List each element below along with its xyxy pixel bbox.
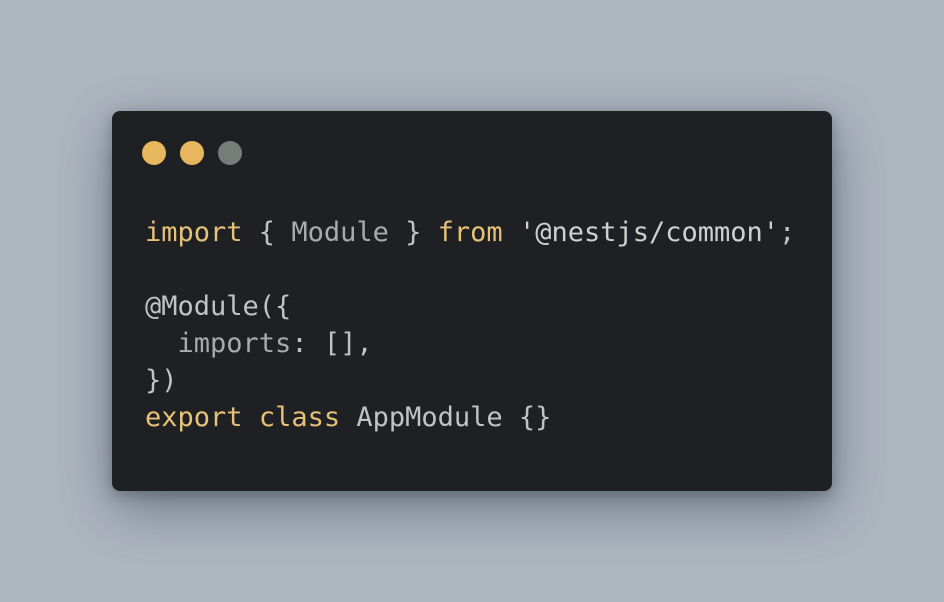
code-token: Module xyxy=(291,217,389,248)
minimize-dot-icon[interactable] xyxy=(180,141,204,165)
code-line: imports: [], xyxy=(145,325,795,362)
code-token: { xyxy=(242,217,292,248)
close-dot-icon[interactable] xyxy=(142,141,166,165)
code-block: import { Module } from '@nestjs/common';… xyxy=(145,214,795,436)
code-line: export class AppModule {} xyxy=(145,399,795,436)
code-line: }) xyxy=(145,362,795,399)
code-token: }) xyxy=(145,365,178,396)
code-token: from xyxy=(437,217,503,248)
code-token: imports xyxy=(177,328,292,359)
code-token: import xyxy=(145,217,243,248)
code-token: ; xyxy=(779,217,796,248)
code-token: '@nestjs/common' xyxy=(518,217,780,248)
code-line: import { Module } from '@nestjs/common'; xyxy=(145,214,795,251)
code-window: import { Module } from '@nestjs/common';… xyxy=(112,111,832,491)
code-token: @Module({ xyxy=(145,291,292,322)
code-token: AppModule {} xyxy=(340,402,552,433)
code-token: export xyxy=(145,402,243,433)
zoom-dot-icon[interactable] xyxy=(218,141,242,165)
code-token: } xyxy=(388,217,438,248)
window-controls xyxy=(142,141,242,165)
code-line: @Module({ xyxy=(145,288,795,325)
code-token: class xyxy=(258,402,341,433)
code-token: : [], xyxy=(291,328,373,359)
